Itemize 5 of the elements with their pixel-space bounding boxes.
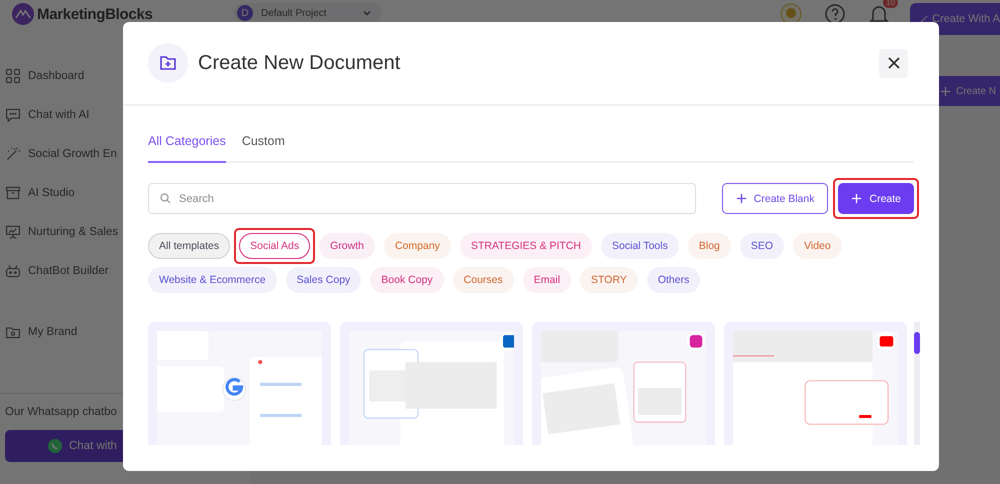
logo-text: MarketingBlocks [37,6,153,22]
whatsapp-promo-text: Our Whatsapp chatbo [5,406,118,418]
project-avatar: D [237,5,253,21]
dialog-title: Create New Document [198,52,402,74]
project-name: Default Project [261,8,328,18]
